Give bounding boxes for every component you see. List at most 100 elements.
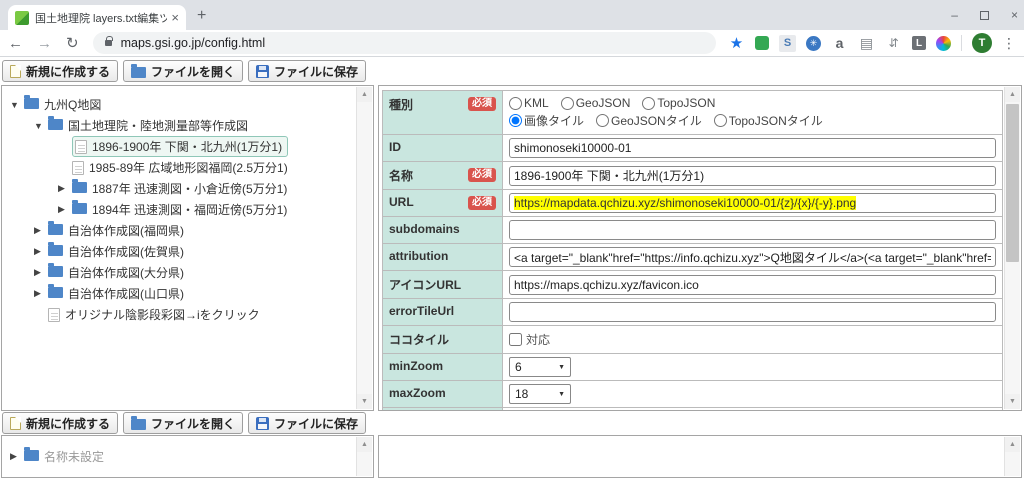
window-close-button[interactable]: × — [1011, 8, 1018, 22]
save-file-button[interactable]: ファイルに保存 — [248, 60, 366, 82]
scroll-up-icon[interactable]: ▲ — [357, 437, 372, 452]
profile-avatar[interactable]: T — [972, 33, 992, 53]
icon-url-label: アイコンURL — [389, 276, 461, 293]
new-file-button[interactable]: 新規に作成する — [2, 60, 118, 82]
chevron-right-icon[interactable]: ▶ — [58, 183, 72, 194]
chevron-right-icon[interactable]: ▶ — [34, 246, 48, 257]
radio-topojson-label[interactable]: TopoJSON — [657, 96, 715, 110]
chevron-down-icon[interactable]: ▼ — [10, 100, 24, 110]
chevron-down-icon[interactable]: ▼ — [34, 121, 48, 131]
tree-item-kyushu-qchizu[interactable]: ▼ 九州Q地図 — [2, 94, 373, 115]
window-minimize-button[interactable]: – — [951, 8, 958, 22]
forward-button[interactable]: → — [37, 35, 52, 52]
max-zoom-select[interactable]: 18 ▼ — [509, 384, 571, 404]
tree-item-untitled[interactable]: ▶ 名称未設定 — [2, 446, 373, 467]
address-bar[interactable]: maps.gsi.go.jp/config.html — [93, 32, 716, 54]
radio-topojson-tile[interactable] — [714, 114, 727, 127]
form-row-url: URL 必須 https://mapdata.qchizu.xyz/shimon… — [383, 190, 1002, 217]
scrollbar-thumb[interactable] — [1006, 104, 1019, 262]
extension-arrows-icon[interactable]: ⇵ — [885, 35, 902, 52]
layer-doc-icon — [75, 140, 87, 154]
chevron-right-icon[interactable]: ▶ — [34, 288, 48, 299]
url-text[interactable]: maps.gsi.go.jp/config.html — [121, 36, 266, 50]
chevron-right-icon[interactable]: ▶ — [58, 204, 72, 215]
radio-geojson-tile[interactable] — [596, 114, 609, 127]
radio-geojson-tile-label[interactable]: GeoJSONタイル — [611, 112, 702, 129]
new-file-button-2[interactable]: 新規に作成する — [2, 412, 118, 434]
name-input[interactable] — [509, 166, 996, 186]
scroll-up-icon[interactable]: ▲ — [1005, 87, 1020, 102]
attribution-input[interactable] — [509, 247, 996, 267]
scroll-down-icon[interactable]: ▼ — [1005, 394, 1020, 409]
browser-menu-icon[interactable]: ⋮ — [1002, 35, 1016, 52]
tree-item-1894-fukuoka[interactable]: ▶ 1894年 迅速測図・福岡近傍(5万分1) — [2, 199, 373, 220]
extension-s-icon[interactable]: S — [779, 35, 796, 52]
form-scrollbar[interactable]: ▲ ▼ — [1004, 87, 1020, 409]
second-tree-scrollbar[interactable]: ▲ — [356, 437, 372, 476]
id-input[interactable] — [509, 138, 996, 158]
save-file-button-2[interactable]: ファイルに保存 — [248, 412, 366, 434]
extension-l-icon[interactable]: L — [912, 36, 926, 50]
radio-kml-label[interactable]: KML — [524, 96, 549, 110]
url-input[interactable]: https://mapdata.qchizu.xyz/shimonoseki10… — [509, 193, 996, 213]
back-button[interactable]: ← — [8, 35, 23, 52]
tree-item-jichitai-oita[interactable]: ▶ 自治体作成図(大分県) — [2, 262, 373, 283]
tree-item-shimonoseki-selected[interactable]: 1896-1900年 下関・北九州(1万分1) — [2, 136, 373, 157]
tree-item-jichitai-yamaguchi[interactable]: ▶ 自治体作成図(山口県) — [2, 283, 373, 304]
browser-navbar: ← → ↻ maps.gsi.go.jp/config.html ★ S ✳ a… — [0, 30, 1024, 57]
radio-topojson-tile-label[interactable]: TopoJSONタイル — [729, 112, 823, 129]
tree-item-jichitai-fukuoka[interactable]: ▶ 自治体作成図(福岡県) — [2, 220, 373, 241]
reload-button[interactable]: ↻ — [66, 34, 79, 52]
second-tree-panel: ▶ 名称未設定 ▲ — [1, 435, 374, 478]
tree-item-original-inei[interactable]: オリジナル陰影段彩図→iをクリック — [2, 304, 373, 325]
form-row-error-tile-url: errorTileUrl — [383, 299, 1002, 326]
id-label: ID — [389, 140, 401, 154]
kokotile-checkbox[interactable] — [509, 333, 522, 346]
window-maximize-button[interactable] — [980, 11, 989, 20]
scroll-down-icon[interactable]: ▼ — [357, 394, 372, 409]
second-form-scrollbar[interactable]: ▲ — [1004, 437, 1020, 476]
kokotile-option-label[interactable]: 対応 — [526, 331, 550, 348]
tree-scrollbar[interactable]: ▲ ▼ — [356, 87, 372, 409]
form-row-subdomains: subdomains — [383, 217, 1002, 244]
chevron-right-icon[interactable]: ▶ — [34, 267, 48, 278]
chevron-right-icon[interactable]: ▶ — [10, 451, 24, 462]
subdomains-input[interactable] — [509, 220, 996, 240]
folder-icon — [24, 98, 39, 109]
radio-geojson-label[interactable]: GeoJSON — [576, 96, 631, 110]
top-toolbar: 新規に作成する ファイルを開く ファイルに保存 — [2, 60, 366, 82]
new-file-label: 新規に作成する — [26, 415, 110, 432]
tree-item-1887-kokura[interactable]: ▶ 1887年 迅速測図・小倉近傍(5万分1) — [2, 178, 373, 199]
extension-wheel-icon[interactable]: ✳ — [806, 36, 821, 51]
tab-title: 国土地理院 layers.txt編集ツール — [35, 10, 167, 26]
scroll-up-icon[interactable]: ▲ — [357, 87, 372, 102]
scroll-up-icon[interactable]: ▲ — [1005, 437, 1020, 452]
tree-item-fukuoka-wide[interactable]: 1985-89年 広域地形図福岡(2.5万分1) — [2, 157, 373, 178]
open-file-button[interactable]: ファイルを開く — [123, 60, 243, 82]
extension-a-icon[interactable]: a — [831, 35, 848, 52]
form-row-name: 名称 必須 — [383, 162, 1002, 190]
tab-close-icon[interactable]: × — [171, 10, 179, 25]
browser-tab[interactable]: 国土地理院 layers.txt編集ツール × — [8, 5, 186, 30]
radio-kml[interactable] — [509, 97, 522, 110]
form-row-kokotile: ココタイル 対応 — [383, 326, 1002, 354]
new-tab-button[interactable]: + — [197, 7, 206, 25]
save-file-label: ファイルに保存 — [274, 63, 358, 80]
folder-icon — [48, 245, 63, 256]
open-file-button-2[interactable]: ファイルを開く — [123, 412, 243, 434]
error-tile-url-input[interactable] — [509, 302, 996, 322]
extensions-puzzle-icon[interactable] — [755, 36, 769, 50]
tree-item-jichitai-saga[interactable]: ▶ 自治体作成図(佐賀県) — [2, 241, 373, 262]
radio-geojson[interactable] — [561, 97, 574, 110]
min-zoom-select[interactable]: 6 ▼ — [509, 357, 571, 377]
folder-icon — [48, 266, 63, 277]
icon-url-input[interactable] — [509, 275, 996, 295]
bookmark-star-icon[interactable]: ★ — [728, 35, 745, 52]
chevron-right-icon[interactable]: ▶ — [34, 225, 48, 236]
extension-colorwheel-icon[interactable] — [936, 36, 951, 51]
tree-item-gsi-rikuchi[interactable]: ▼ 国土地理院・陸地測量部等作成図 — [2, 115, 373, 136]
extension-book-icon[interactable]: ▤ — [858, 35, 875, 52]
radio-topojson[interactable] — [642, 97, 655, 110]
radio-image-tile-label[interactable]: 画像タイル — [524, 112, 584, 129]
radio-image-tile[interactable] — [509, 114, 522, 127]
